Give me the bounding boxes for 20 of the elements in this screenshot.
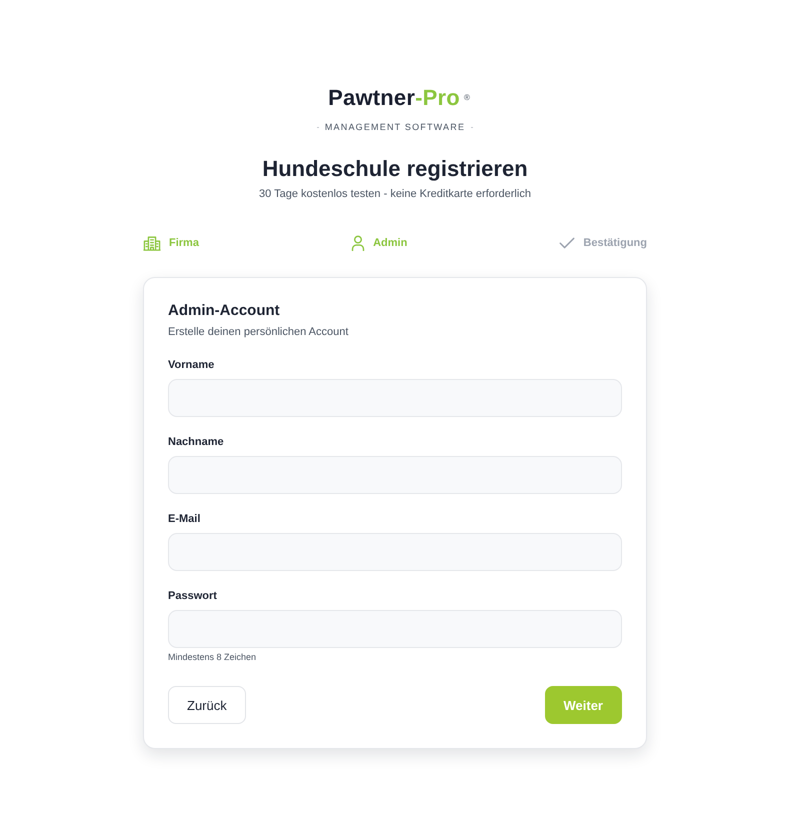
step-label: Firma xyxy=(169,236,199,250)
page-subtitle: 30 Tage kostenlos testen - keine Kreditkarte erforderlich xyxy=(258,187,532,201)
field-label: E-Mail xyxy=(168,512,202,526)
step-label: Bestätigung xyxy=(583,236,647,250)
field-label: Passwort xyxy=(168,589,218,603)
input-field[interactable] xyxy=(168,456,622,494)
input-field[interactable] xyxy=(168,610,622,648)
field-label: Vorname xyxy=(168,358,216,372)
input-field[interactable] xyxy=(168,533,622,571)
registered-mark: ® xyxy=(464,94,470,102)
step-label: Admin xyxy=(373,236,408,250)
page-title: Hundeschule registrieren xyxy=(261,155,529,183)
field-hint: Mindestens 8 Zeichen xyxy=(168,651,258,663)
field-label: Nachname xyxy=(168,435,225,449)
back-button[interactable]: Zurück xyxy=(168,686,246,724)
input-field[interactable] xyxy=(168,379,622,417)
card-subtitle: Erstelle deinen persönlichen Account xyxy=(168,325,350,339)
brand-logo: Pawtner-Pro xyxy=(328,84,460,112)
brand-tagline: MANAGEMENT SOFTWARE xyxy=(324,121,466,133)
card-title: Admin-Account xyxy=(168,301,281,321)
